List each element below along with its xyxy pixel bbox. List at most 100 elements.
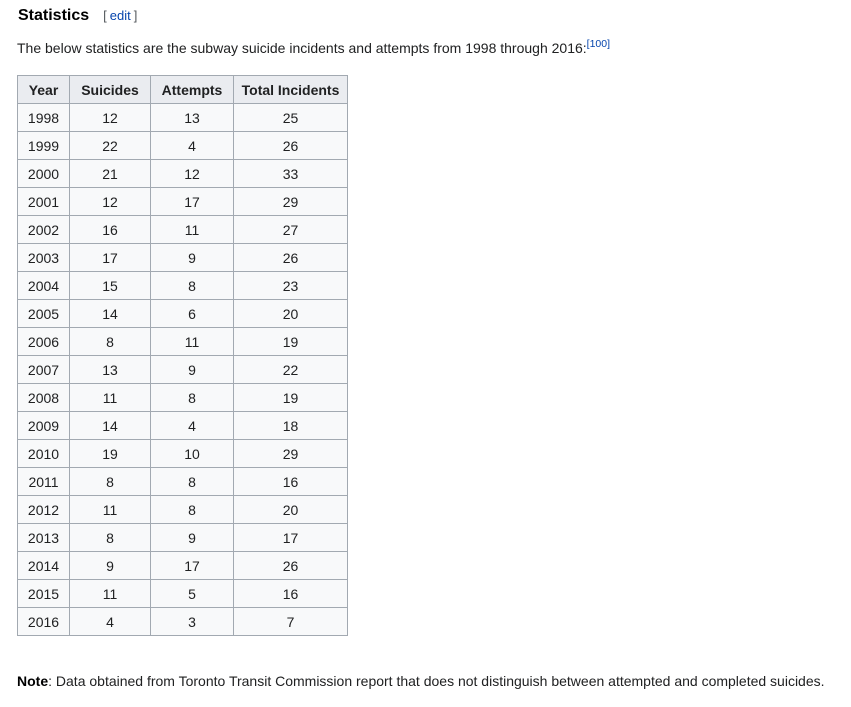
cell-total-incidents: 16	[233, 467, 348, 496]
section-title: Statistics	[18, 7, 90, 24]
cell-total-incidents: 19	[233, 327, 348, 356]
table-row: 2008 11 8 19	[17, 383, 348, 412]
header-attempts: Attempts	[150, 75, 234, 104]
cell-suicides: 11	[69, 495, 151, 524]
table-row: 2016 4 3 7	[17, 607, 348, 636]
table-row: 2006 8 11 19	[17, 327, 348, 356]
table-row: 2001 12 17 29	[17, 187, 348, 216]
cell-attempts: 5	[150, 579, 234, 608]
cell-suicides: 17	[69, 243, 151, 272]
cell-year: 2014	[17, 551, 70, 580]
cell-year: 2003	[17, 243, 70, 272]
header-year: Year	[17, 75, 70, 104]
table-row: 2009 14 4 18	[17, 411, 348, 440]
cell-year: 2013	[17, 523, 70, 552]
cell-total-incidents: 16	[233, 579, 348, 608]
note-label: Note	[17, 673, 49, 689]
cell-attempts: 11	[150, 327, 234, 356]
edit-link[interactable]: edit	[110, 8, 131, 23]
cell-attempts: 4	[150, 131, 234, 160]
cell-year: 2000	[17, 159, 70, 188]
cell-attempts: 3	[150, 607, 234, 636]
cell-suicides: 12	[69, 187, 151, 216]
cell-total-incidents: 33	[233, 159, 348, 188]
table-row: 2000 21 12 33	[17, 159, 348, 188]
cell-year: 2004	[17, 271, 70, 300]
cell-suicides: 13	[69, 355, 151, 384]
cell-total-incidents: 25	[233, 103, 348, 132]
table-row: 1998 12 13 25	[17, 103, 348, 132]
cell-suicides: 16	[69, 215, 151, 244]
table-row: 1999 22 4 26	[17, 131, 348, 160]
cell-total-incidents: 18	[233, 411, 348, 440]
cell-total-incidents: 29	[233, 187, 348, 216]
cell-year: 2009	[17, 411, 70, 440]
table-row: 2012 11 8 20	[17, 495, 348, 524]
cell-suicides: 11	[69, 579, 151, 608]
cell-total-incidents: 7	[233, 607, 348, 636]
cell-year: 2002	[17, 215, 70, 244]
cell-suicides: 9	[69, 551, 151, 580]
edit-bracket-open: [	[103, 8, 107, 23]
cell-attempts: 8	[150, 467, 234, 496]
cell-attempts: 17	[150, 551, 234, 580]
table-row: 2014 9 17 26	[17, 551, 348, 580]
table-row: 2004 15 8 23	[17, 271, 348, 300]
edit-bracket-close: ]	[133, 8, 138, 23]
cell-attempts: 12	[150, 159, 234, 188]
cell-year: 1998	[17, 103, 70, 132]
cell-attempts: 17	[150, 187, 234, 216]
table-header-row: Year Suicides Attempts Total Incidents	[17, 75, 348, 104]
cell-suicides: 4	[69, 607, 151, 636]
cell-suicides: 8	[69, 327, 151, 356]
note-text: : Data obtained from Toronto Transit Com…	[48, 673, 825, 689]
table-row: 2013 8 9 17	[17, 523, 348, 552]
cell-suicides: 11	[69, 383, 151, 412]
cell-total-incidents: 26	[233, 243, 348, 272]
header-total-incidents: Total Incidents	[233, 75, 348, 104]
cell-attempts: 9	[150, 355, 234, 384]
cell-year: 2008	[17, 383, 70, 412]
section-heading: Statistics [edit]	[18, 7, 137, 25]
cell-total-incidents: 20	[233, 299, 348, 328]
cell-total-incidents: 26	[233, 551, 348, 580]
cell-year: 2007	[17, 355, 70, 384]
table-row: 2010 19 10 29	[17, 439, 348, 468]
cell-attempts: 11	[150, 215, 234, 244]
cell-total-incidents: 19	[233, 383, 348, 412]
intro-paragraph: The below statistics are the subway suic…	[17, 38, 610, 56]
cell-total-incidents: 23	[233, 271, 348, 300]
cell-total-incidents: 17	[233, 523, 348, 552]
cell-year: 2001	[17, 187, 70, 216]
cell-suicides: 8	[69, 467, 151, 496]
statistics-table: Year Suicides Attempts Total Incidents 1…	[17, 75, 348, 636]
intro-text: The below statistics are the subway suic…	[17, 40, 587, 56]
header-suicides: Suicides	[69, 75, 151, 104]
cell-year: 2015	[17, 579, 70, 608]
cell-total-incidents: 26	[233, 131, 348, 160]
table-row: 2003 17 9 26	[17, 243, 348, 272]
table-row: 2015 11 5 16	[17, 579, 348, 608]
table-row: 2011 8 8 16	[17, 467, 348, 496]
cell-total-incidents: 29	[233, 439, 348, 468]
note-paragraph: Note: Data obtained from Toronto Transit…	[17, 673, 825, 689]
cell-year: 2010	[17, 439, 70, 468]
cell-attempts: 9	[150, 243, 234, 272]
citation-link[interactable]: [100]	[587, 38, 610, 50]
cell-total-incidents: 22	[233, 355, 348, 384]
cell-suicides: 22	[69, 131, 151, 160]
cell-attempts: 9	[150, 523, 234, 552]
cell-attempts: 4	[150, 411, 234, 440]
cell-year: 2012	[17, 495, 70, 524]
cell-year: 2006	[17, 327, 70, 356]
citation-superscript: [100]	[587, 38, 610, 50]
edit-section: [edit]	[103, 8, 137, 23]
cell-suicides: 19	[69, 439, 151, 468]
cell-suicides: 14	[69, 411, 151, 440]
table-row: 2002 16 11 27	[17, 215, 348, 244]
cell-attempts: 8	[150, 383, 234, 412]
table-body: 1998 12 13 25 1999 22 4 26 2000 21 12 33 2001 12 17 29 2…	[17, 103, 348, 636]
cell-suicides: 8	[69, 523, 151, 552]
table-row: 2007 13 9 22	[17, 355, 348, 384]
cell-suicides: 12	[69, 103, 151, 132]
